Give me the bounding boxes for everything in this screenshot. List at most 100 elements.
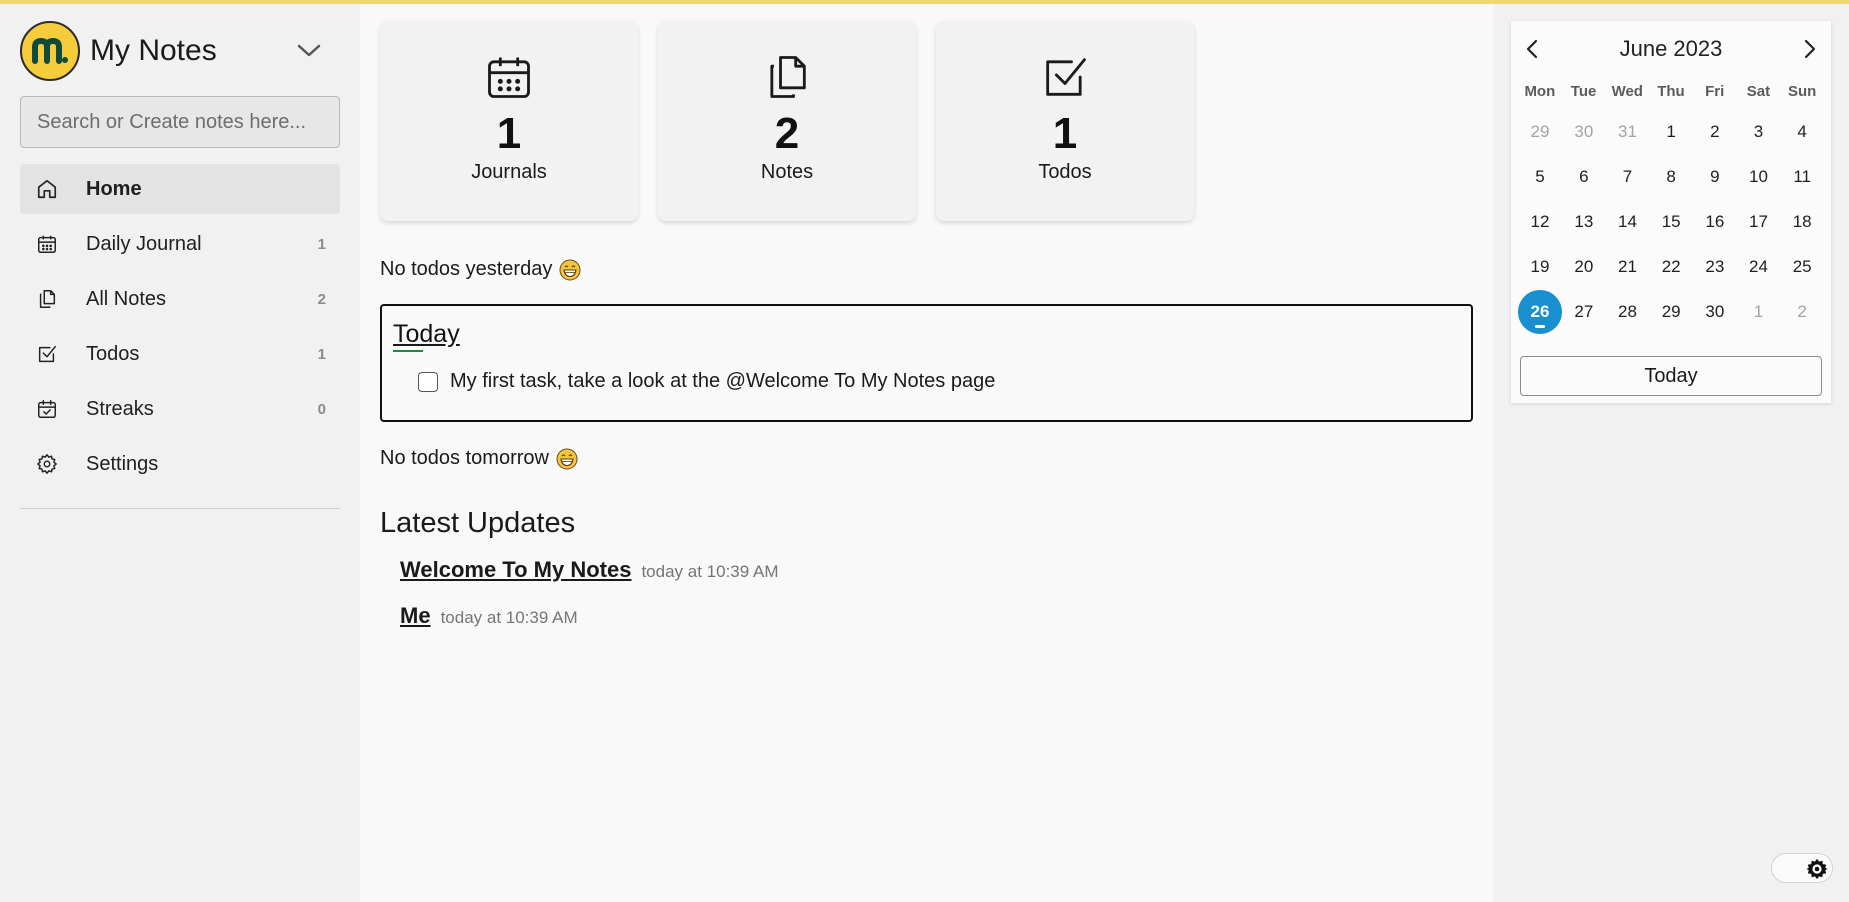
update-link[interactable]: Me <box>400 603 431 629</box>
journals-stat-card[interactable]: 1 Journals <box>380 21 638 221</box>
sidebar-item-home[interactable]: Home <box>20 164 340 214</box>
calendar-day[interactable]: 8 <box>1649 154 1693 199</box>
calendar-day-number: 5 <box>1535 166 1545 186</box>
tomorrow-message: No todos tomorrow <box>380 447 578 470</box>
calendar-day[interactable]: 22 <box>1649 244 1693 289</box>
calendar-day[interactable]: 10 <box>1737 154 1781 199</box>
todo-checkbox[interactable] <box>418 371 438 392</box>
calendar-day[interactable]: 28 <box>1606 289 1650 334</box>
chevron-right-icon[interactable] <box>1797 36 1823 62</box>
calendar-day-number: 29 <box>1530 121 1550 141</box>
sidebar-item-daily-journal[interactable]: Daily Journal 1 <box>20 219 340 269</box>
app-logo <box>20 21 80 81</box>
calendar-day-number: 12 <box>1530 211 1550 231</box>
calendar-day[interactable]: 12 <box>1518 199 1562 244</box>
calendar-day-number: 14 <box>1618 211 1637 231</box>
notes-stat-card[interactable]: 2 Notes <box>658 21 916 221</box>
calendar-month-label: June 2023 <box>1619 36 1723 61</box>
calendar-day[interactable]: 20 <box>1562 244 1606 289</box>
spellcheck-underline <box>393 350 423 352</box>
calendar-day[interactable]: 30 <box>1562 109 1606 154</box>
calendar-day[interactable]: 7 <box>1606 154 1650 199</box>
main-content: 1 Journals 2 Notes 1 Todos No todos yest… <box>360 4 1493 902</box>
calendar-day-number: 2 <box>1797 301 1807 321</box>
calendar-day-number: 13 <box>1574 211 1594 231</box>
todos-stat-card[interactable]: 1 Todos <box>936 21 1194 221</box>
calendar-day[interactable]: 14 <box>1606 199 1650 244</box>
calendar-widget: June 2023 Mon Tue Wed Thu Fri Sat Sun 29 30 31 1 2… <box>1511 21 1831 403</box>
weekday-label: Wed <box>1611 83 1643 100</box>
calendar-day[interactable]: 25 <box>1780 244 1824 289</box>
calendar-day[interactable]: 23 <box>1693 244 1737 289</box>
calendar-day[interactable]: 21 <box>1606 244 1650 289</box>
calendar-day-number: 7 <box>1622 166 1633 186</box>
calendar-day[interactable]: 19 <box>1518 244 1562 289</box>
calendar-header: June 2023 <box>1511 34 1831 64</box>
calendar-day-number: 22 <box>1661 256 1681 276</box>
chevron-down-icon[interactable] <box>296 39 322 63</box>
weekday-label: Thu <box>1657 83 1685 100</box>
right-panel: June 2023 Mon Tue Wed Thu Fri Sat Sun 29 30 31 1 2… <box>1493 4 1849 902</box>
calendar-day[interactable]: 3 <box>1737 109 1781 154</box>
sidebar-item-label: All Notes <box>86 287 167 310</box>
todo-text[interactable]: My first task, take a look at the @Welco… <box>450 370 995 393</box>
calendar-day-number: 26 <box>1518 289 1562 334</box>
calendar-day-number: 17 <box>1749 211 1768 231</box>
sidebar-item-todos[interactable]: Todos 1 <box>20 329 340 379</box>
sidebar-item-count: 1 <box>317 345 326 363</box>
calendar-day[interactable]: 2 <box>1780 289 1824 334</box>
calendar-day-number: 8 <box>1666 166 1676 186</box>
calendar-day[interactable]: 5 <box>1518 154 1562 199</box>
calendar-day[interactable]: 4 <box>1780 109 1824 154</box>
calendar-day[interactable]: 24 <box>1737 244 1781 289</box>
calendar-day[interactable]: 29 <box>1649 289 1693 334</box>
grinning-face-icon <box>556 448 578 470</box>
update-link[interactable]: Welcome To My Notes <box>400 557 631 583</box>
calendar-day[interactable]: 15 <box>1649 199 1693 244</box>
calendar-day[interactable]: 1 <box>1737 289 1781 334</box>
calendar-day[interactable]: 27 <box>1562 289 1606 334</box>
theme-toggle[interactable] <box>1771 853 1833 883</box>
calendar-day[interactable]: 17 <box>1737 199 1781 244</box>
grinning-face-icon <box>559 259 581 281</box>
update-time: today at 10:39 AM <box>641 562 779 581</box>
weekday-label: Sun <box>1787 83 1817 100</box>
calendar-day[interactable]: 31 <box>1606 109 1650 154</box>
sidebar-item-settings[interactable]: Settings <box>20 439 340 489</box>
calendar-day-number: 20 <box>1574 256 1594 276</box>
notes-icon <box>36 288 58 310</box>
calendar-day[interactable]: 11 <box>1780 154 1824 199</box>
calendar-day-number: 24 <box>1749 256 1768 276</box>
calendar-day[interactable]: 29 <box>1518 109 1562 154</box>
sidebar-item-streaks[interactable]: Streaks 0 <box>20 384 340 434</box>
calendar-day-number: 11 <box>1793 166 1811 186</box>
calendar-day-number: 21 <box>1618 256 1637 276</box>
calendar-day[interactable]: 1 <box>1649 109 1693 154</box>
calendar-day-selected[interactable]: 26 <box>1518 289 1562 334</box>
search-input[interactable] <box>20 96 340 148</box>
sidebar-item-all-notes[interactable]: All Notes 2 <box>20 274 340 324</box>
calendar-day[interactable]: 13 <box>1562 199 1606 244</box>
stat-number: 1 <box>496 109 522 158</box>
chevron-left-icon[interactable] <box>1519 36 1545 62</box>
calendar-day[interactable]: 16 <box>1693 199 1737 244</box>
sidebar: My Notes Home Daily Journal 1 All Notes … <box>0 4 360 902</box>
workspace-switcher[interactable]: My Notes <box>20 21 340 81</box>
tomorrow-message-text: No todos tomorrow <box>380 447 549 469</box>
calendar-day[interactable]: 2 <box>1693 109 1737 154</box>
calendar-day-number: 31 <box>1618 121 1637 141</box>
today-title[interactable]: Today <box>393 320 460 349</box>
calendar-day-number: 27 <box>1574 301 1594 321</box>
calendar-day[interactable]: 9 <box>1693 154 1737 199</box>
calendar-today-button[interactable]: Today <box>1520 356 1822 396</box>
sidebar-divider <box>20 508 340 509</box>
calendar-day[interactable]: 6 <box>1562 154 1606 199</box>
calendar-day-number: 16 <box>1705 211 1725 231</box>
calendar-days-grid: 29 30 31 1 2 3 4 5 6 7 8 9 10 11 12 13 14 15 16 17 18 19 20 21 2… <box>1518 109 1824 334</box>
app-title: My Notes <box>90 34 217 67</box>
calendar-day-number: 18 <box>1792 211 1812 231</box>
calendar-day[interactable]: 30 <box>1693 289 1737 334</box>
calendar-day[interactable]: 18 <box>1780 199 1824 244</box>
sidebar-item-count: 1 <box>317 235 326 253</box>
weekday-label: Mon <box>1524 83 1556 100</box>
